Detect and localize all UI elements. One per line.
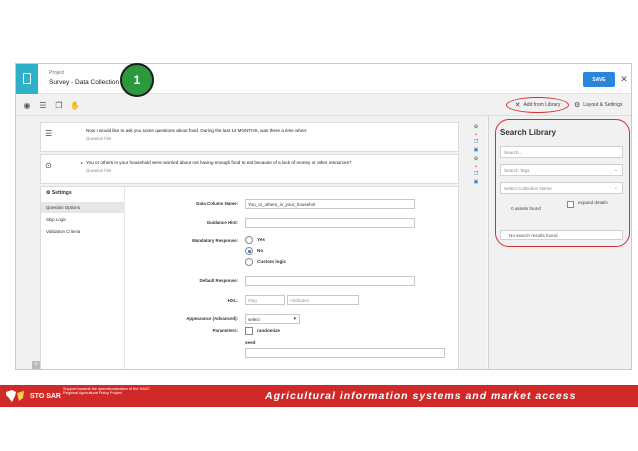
library-tags-select[interactable]: Search Tags ⌄ bbox=[500, 164, 623, 176]
library-collection-select[interactable]: Select Collection Name ⌄ bbox=[500, 182, 623, 194]
seed-input[interactable] bbox=[245, 348, 445, 358]
add-to-library-icon[interactable]: ▣ bbox=[474, 179, 479, 185]
save-button[interactable]: SAVE bbox=[583, 72, 615, 87]
question-hint[interactable]: Question hint bbox=[86, 136, 111, 141]
layout-settings-button[interactable]: ⚙ Layout & Settings bbox=[574, 99, 622, 111]
delete-icon[interactable]: ▪ bbox=[475, 132, 477, 138]
seed-label: seed bbox=[245, 340, 256, 345]
duplicate-icon[interactable]: ❐ bbox=[474, 139, 478, 145]
assets-found-count: 0 assets found bbox=[511, 206, 541, 211]
question-row[interactable]: ☰ Now I would like to ask you some quest… bbox=[40, 122, 478, 153]
nav-validation-criteria[interactable]: Validation Criteria bbox=[41, 226, 125, 237]
toolbar: ◉ ☰ ❐ ✋ ✕ Add from Library ⚙ Layout & Se… bbox=[16, 94, 631, 116]
chevron-down-icon: ▾ bbox=[293, 316, 296, 322]
mandatory-yes-label: Yes bbox=[257, 237, 265, 242]
settings-gear-icon[interactable]: ⚙ bbox=[474, 156, 478, 162]
parameters-label: Parameters: bbox=[212, 328, 238, 333]
form-icon[interactable] bbox=[16, 64, 38, 94]
logo-text: STO SAR bbox=[30, 392, 61, 400]
africa-map-icon bbox=[6, 390, 24, 402]
expand-details-checkbox[interactable] bbox=[567, 201, 574, 208]
library-search-input[interactable]: Search... bbox=[500, 146, 623, 158]
project-tagline: Support towards the operationalization o… bbox=[63, 387, 150, 396]
step-number-badge: 1 bbox=[120, 63, 154, 97]
no-results-message: No search results found bbox=[500, 230, 623, 240]
settings-gear-icon[interactable]: ⚙ bbox=[474, 124, 478, 130]
copy-icon[interactable]: ❐ bbox=[54, 100, 64, 110]
question-label[interactable]: You or others in your household were wor… bbox=[86, 160, 446, 165]
layout-settings-label: Layout & Settings bbox=[583, 102, 623, 108]
add-from-library-button[interactable]: ✕ Add from Library bbox=[506, 97, 569, 113]
form-canvas: ☰ Now I would like to ask you some quest… bbox=[16, 116, 486, 369]
chevron-down-icon: ⌄ bbox=[613, 185, 618, 191]
mandatory-no-radio[interactable] bbox=[245, 247, 253, 255]
library-close-icon: ✕ bbox=[514, 102, 521, 109]
search-library-panel: Search Library Search... Search Tags ⌄ S… bbox=[488, 116, 631, 369]
question-hint[interactable]: Question hint bbox=[86, 168, 111, 173]
guidance-hint-input[interactable] bbox=[245, 218, 415, 228]
duplicate-icon[interactable]: ❐ bbox=[474, 171, 478, 177]
delete-icon[interactable]: ▪ bbox=[475, 164, 477, 170]
nav-skip-logic[interactable]: Skip Logic bbox=[41, 214, 125, 225]
select-one-icon[interactable]: ⊙ bbox=[45, 161, 52, 170]
mandatory-custom-label: Custom logic bbox=[257, 259, 287, 264]
expand-triangle-icon[interactable]: ▸ bbox=[81, 160, 83, 165]
gear-icon: ⚙ bbox=[574, 102, 581, 109]
settings-nav: ⚙ Settings Question Options Skip Logic V… bbox=[41, 187, 125, 369]
footer-title: Agricultural information systems and mar… bbox=[265, 390, 577, 402]
question-row[interactable]: ⊙ ▸ You or others in your household were… bbox=[40, 154, 478, 185]
hand-icon[interactable]: ✋ bbox=[70, 100, 80, 110]
library-tags-placeholder: Search Tags bbox=[504, 167, 530, 173]
nav-question-options[interactable]: Question Options bbox=[41, 202, 125, 213]
mandatory-no-label: No bbox=[257, 248, 264, 253]
question-settings-panel: ⚙ Settings Question Options Skip Logic V… bbox=[40, 186, 459, 369]
project-label: Project bbox=[49, 70, 65, 76]
question-actions: ⚙ ▪ ❐ ▣ bbox=[472, 156, 480, 185]
settings-title: ⚙ Settings bbox=[46, 190, 72, 196]
hxl-attributes-input[interactable]: Attributes bbox=[287, 295, 359, 305]
add-from-library-label: Add from Library bbox=[523, 102, 561, 108]
default-response-input[interactable] bbox=[245, 276, 415, 286]
default-response-label: Default Response: bbox=[199, 278, 238, 283]
data-column-name-input[interactable]: You_or_others_in_your_househol bbox=[245, 199, 415, 209]
chevron-down-icon: ⌄ bbox=[613, 167, 618, 173]
randomize-checkbox[interactable] bbox=[245, 327, 253, 335]
mandatory-yes-radio[interactable] bbox=[245, 236, 253, 244]
library-collection-placeholder: Select Collection Name bbox=[504, 185, 552, 191]
question-actions: ⚙ ▪ ❐ ▣ bbox=[472, 124, 480, 153]
hxl-tag-input[interactable]: #tag bbox=[245, 295, 285, 305]
list-icon[interactable]: ☰ bbox=[38, 100, 48, 110]
randomize-label: randomize bbox=[257, 328, 280, 333]
add-question-icon[interactable]: + bbox=[32, 361, 40, 369]
stosar-logo: STO SAR bbox=[4, 387, 61, 405]
library-title: Search Library bbox=[500, 128, 557, 137]
note-icon[interactable]: ☰ bbox=[45, 129, 52, 138]
appearance-select-value: select bbox=[248, 316, 260, 322]
footer-banner: STO SAR Support towards the operationali… bbox=[0, 385, 638, 407]
settings-title-label: Settings bbox=[51, 190, 72, 196]
mandatory-custom-radio[interactable] bbox=[245, 258, 253, 266]
title-bar: Project Survey - Data Collection SAVE ✕ bbox=[16, 64, 631, 94]
close-icon[interactable]: ✕ bbox=[619, 72, 629, 86]
app-window: Project Survey - Data Collection SAVE ✕ … bbox=[15, 63, 632, 370]
question-label[interactable]: Now I would like to ask you some questio… bbox=[86, 128, 446, 133]
expand-details-label: expand details bbox=[578, 200, 608, 205]
project-name[interactable]: Survey - Data Collection bbox=[49, 79, 119, 86]
add-to-library-icon[interactable]: ▣ bbox=[474, 147, 479, 153]
mandatory-response-label: Mandatory Response: bbox=[192, 238, 238, 243]
appearance-select[interactable]: select ▾ bbox=[245, 314, 300, 324]
preview-eye-icon[interactable]: ◉ bbox=[22, 100, 32, 110]
hxl-label: HXL: bbox=[227, 298, 238, 303]
appearance-label: Appearance (Advanced): bbox=[186, 316, 238, 321]
guidance-hint-label: Guidance Hint: bbox=[206, 220, 238, 225]
data-column-name-label: Data Column Name: bbox=[196, 201, 238, 206]
